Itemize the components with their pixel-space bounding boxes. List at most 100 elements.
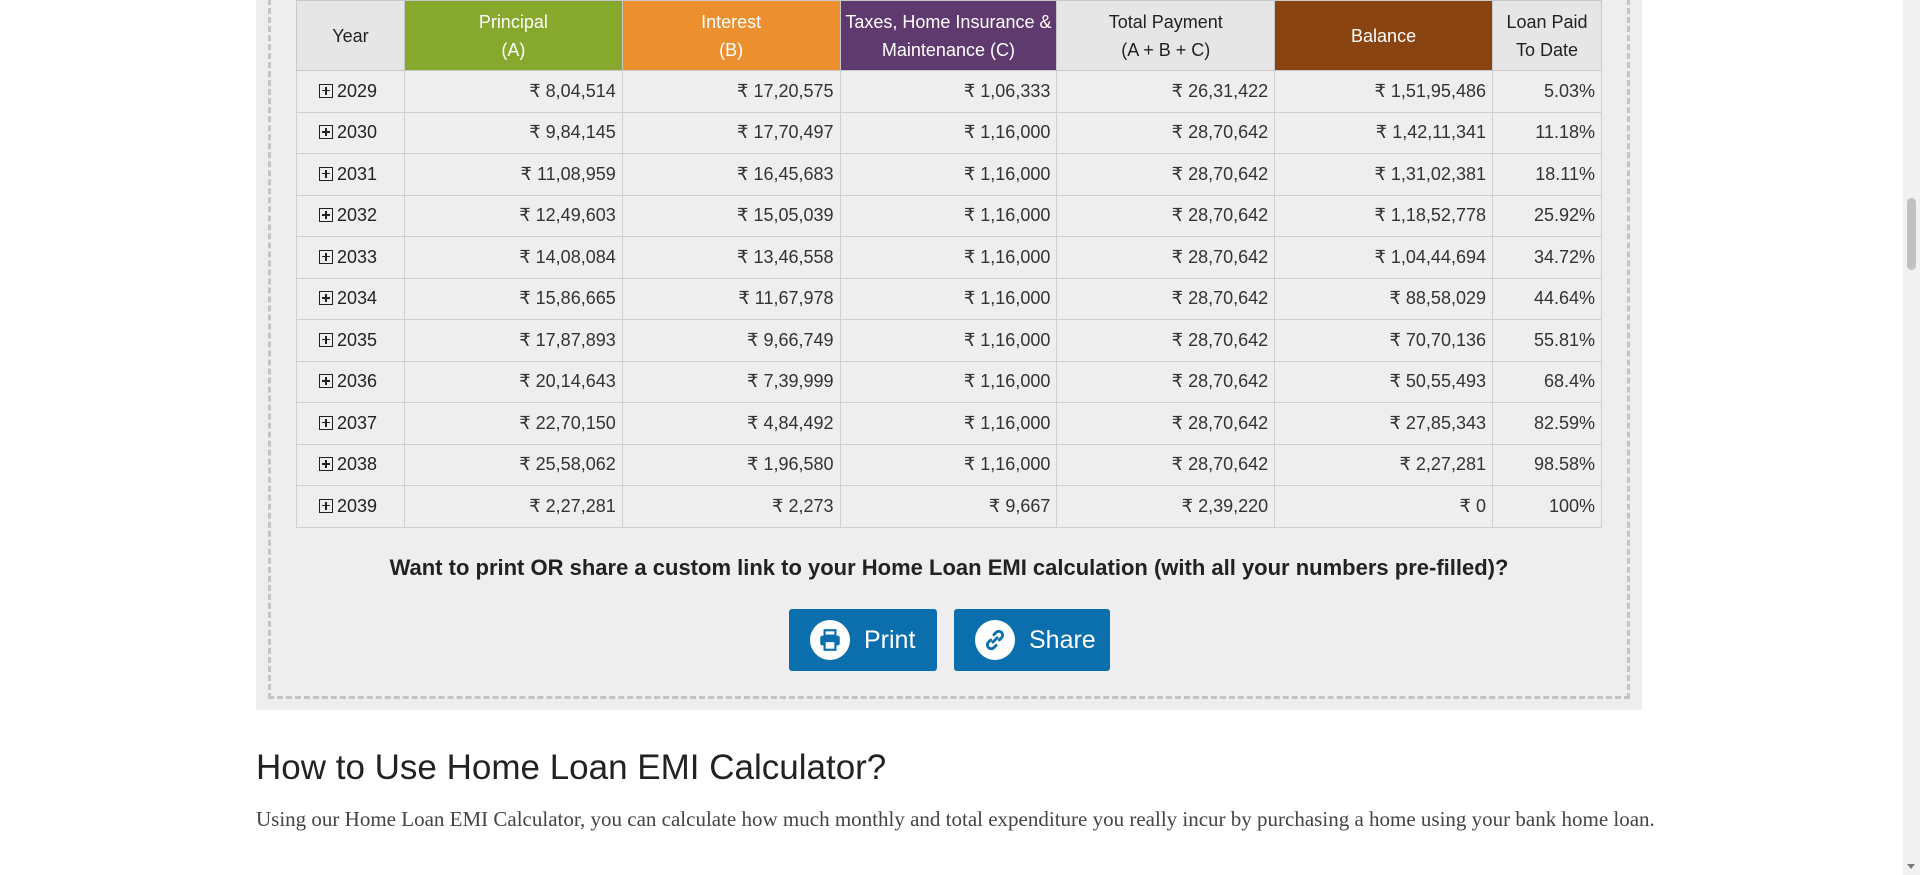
year-cell[interactable]: 2036 bbox=[296, 360, 405, 403]
print-button[interactable]: Print bbox=[789, 609, 937, 671]
link-icon bbox=[975, 620, 1015, 660]
table-row[interactable]: 2037 ₹ 22,70,150 ₹ 4,84,492 ₹ 1,16,000 ₹… bbox=[296, 402, 1603, 445]
loan-paid-cell: 11.18% bbox=[1491, 111, 1603, 154]
year-cell[interactable]: 2032 bbox=[296, 194, 405, 237]
principal-cell: ₹ 22,70,150 bbox=[403, 402, 623, 445]
tax-cell: ₹ 1,06,333 bbox=[839, 70, 1058, 113]
interest-cell: ₹ 11,67,978 bbox=[621, 277, 841, 320]
share-button-label: Share bbox=[1029, 625, 1096, 654]
table-row[interactable]: 2036 ₹ 20,14,643 ₹ 7,39,999 ₹ 1,16,000 ₹… bbox=[296, 360, 1603, 403]
table-row[interactable]: 2038 ₹ 25,58,062 ₹ 1,96,580 ₹ 1,16,000 ₹… bbox=[296, 443, 1603, 486]
table-row[interactable]: 2031 ₹ 11,08,959 ₹ 16,45,683 ₹ 1,16,000 … bbox=[296, 153, 1603, 196]
year-cell[interactable]: 2038 bbox=[296, 443, 405, 486]
balance-cell: ₹ 0 bbox=[1274, 485, 1493, 528]
total-payment-cell: ₹ 28,70,642 bbox=[1056, 443, 1276, 486]
expand-icon[interactable] bbox=[319, 166, 333, 181]
loan-paid-cell: 5.03% bbox=[1491, 70, 1603, 113]
scroll-down-arrow-icon[interactable] bbox=[1907, 864, 1915, 869]
year-cell[interactable]: 2037 bbox=[296, 402, 405, 445]
header-principal: Principal (A) bbox=[403, 0, 623, 71]
total-payment-cell: ₹ 28,70,642 bbox=[1056, 402, 1276, 445]
loan-paid-cell: 100% bbox=[1491, 485, 1603, 528]
interest-cell: ₹ 16,45,683 bbox=[621, 153, 841, 196]
total-payment-cell: ₹ 26,31,422 bbox=[1056, 70, 1276, 113]
interest-cell: ₹ 9,66,749 bbox=[621, 319, 841, 362]
year-cell[interactable]: 2031 bbox=[296, 153, 405, 196]
total-payment-cell: ₹ 2,39,220 bbox=[1056, 485, 1276, 528]
table-row[interactable]: 2029 ₹ 8,04,514 ₹ 17,20,575 ₹ 1,06,333 ₹… bbox=[296, 70, 1603, 113]
interest-cell: ₹ 17,70,497 bbox=[621, 111, 841, 154]
tax-cell: ₹ 9,667 bbox=[839, 485, 1058, 528]
expand-icon[interactable] bbox=[319, 249, 333, 264]
principal-cell: ₹ 8,04,514 bbox=[403, 70, 623, 113]
print-button-label: Print bbox=[864, 625, 916, 654]
table-row[interactable]: 2039 ₹ 2,27,281 ₹ 2,273 ₹ 9,667 ₹ 2,39,2… bbox=[296, 485, 1603, 528]
tax-cell: ₹ 1,16,000 bbox=[839, 360, 1058, 403]
principal-cell: ₹ 25,58,062 bbox=[403, 443, 623, 486]
loan-paid-cell: 82.59% bbox=[1491, 402, 1603, 445]
interest-cell: ₹ 13,46,558 bbox=[621, 236, 841, 279]
total-payment-cell: ₹ 28,70,642 bbox=[1056, 194, 1276, 237]
table-row[interactable]: 2032 ₹ 12,49,603 ₹ 15,05,039 ₹ 1,16,000 … bbox=[296, 194, 1603, 237]
expand-icon[interactable] bbox=[319, 291, 333, 306]
tax-cell: ₹ 1,16,000 bbox=[839, 194, 1058, 237]
balance-cell: ₹ 50,55,493 bbox=[1274, 360, 1493, 403]
balance-cell: ₹ 1,42,11,341 bbox=[1274, 111, 1493, 154]
principal-cell: ₹ 15,86,665 bbox=[403, 277, 623, 320]
expand-icon[interactable] bbox=[319, 457, 333, 472]
vertical-scrollbar[interactable] bbox=[1903, 0, 1920, 875]
interest-cell: ₹ 15,05,039 bbox=[621, 194, 841, 237]
expand-icon[interactable] bbox=[319, 208, 333, 223]
scrollbar-thumb[interactable] bbox=[1907, 198, 1916, 270]
loan-paid-cell: 18.11% bbox=[1491, 153, 1603, 196]
principal-cell: ₹ 14,08,084 bbox=[403, 236, 623, 279]
total-payment-cell: ₹ 28,70,642 bbox=[1056, 277, 1276, 320]
balance-cell: ₹ 27,85,343 bbox=[1274, 402, 1493, 445]
table-row[interactable]: 2033 ₹ 14,08,084 ₹ 13,46,558 ₹ 1,16,000 … bbox=[296, 236, 1603, 279]
table-row[interactable]: 2035 ₹ 17,87,893 ₹ 9,66,749 ₹ 1,16,000 ₹… bbox=[296, 319, 1603, 362]
year-cell[interactable]: 2035 bbox=[296, 319, 405, 362]
year-cell[interactable]: 2034 bbox=[296, 277, 405, 320]
expand-icon[interactable] bbox=[319, 125, 333, 140]
interest-cell: ₹ 17,20,575 bbox=[621, 70, 841, 113]
balance-cell: ₹ 88,58,029 bbox=[1274, 277, 1493, 320]
interest-cell: ₹ 7,39,999 bbox=[621, 360, 841, 403]
loan-paid-cell: 44.64% bbox=[1491, 277, 1603, 320]
principal-cell: ₹ 17,87,893 bbox=[403, 319, 623, 362]
section-description: Using our Home Loan EMI Calculator, you … bbox=[256, 807, 1655, 831]
section-heading: How to Use Home Loan EMI Calculator? bbox=[256, 748, 887, 787]
table-row[interactable]: 2030 ₹ 9,84,145 ₹ 17,70,497 ₹ 1,16,000 ₹… bbox=[296, 111, 1603, 154]
loan-paid-cell: 55.81% bbox=[1491, 319, 1603, 362]
expand-icon[interactable] bbox=[319, 332, 333, 347]
principal-cell: ₹ 9,84,145 bbox=[403, 111, 623, 154]
total-payment-cell: ₹ 28,70,642 bbox=[1056, 111, 1276, 154]
tax-cell: ₹ 1,16,000 bbox=[839, 153, 1058, 196]
tax-cell: ₹ 1,16,000 bbox=[839, 111, 1058, 154]
expand-icon[interactable] bbox=[319, 83, 333, 98]
year-cell[interactable]: 2029 bbox=[296, 70, 405, 113]
balance-cell: ₹ 2,27,281 bbox=[1274, 443, 1493, 486]
header-balance: Balance bbox=[1274, 0, 1493, 71]
printer-icon bbox=[810, 620, 850, 660]
year-cell[interactable]: 2033 bbox=[296, 236, 405, 279]
loan-paid-cell: 98.58% bbox=[1491, 443, 1603, 486]
principal-cell: ₹ 20,14,643 bbox=[403, 360, 623, 403]
header-taxes: Taxes, Home Insurance & Maintenance (C) bbox=[839, 0, 1058, 71]
share-button[interactable]: Share bbox=[954, 609, 1110, 671]
year-cell[interactable]: 2030 bbox=[296, 111, 405, 154]
expand-icon[interactable] bbox=[319, 498, 333, 513]
expand-icon[interactable] bbox=[319, 374, 333, 389]
total-payment-cell: ₹ 28,70,642 bbox=[1056, 319, 1276, 362]
expand-icon[interactable] bbox=[319, 415, 333, 430]
tax-cell: ₹ 1,16,000 bbox=[839, 319, 1058, 362]
loan-paid-cell: 68.4% bbox=[1491, 360, 1603, 403]
balance-cell: ₹ 1,51,95,486 bbox=[1274, 70, 1493, 113]
year-cell[interactable]: 2039 bbox=[296, 485, 405, 528]
balance-cell: ₹ 1,04,44,694 bbox=[1274, 236, 1493, 279]
balance-cell: ₹ 1,31,02,381 bbox=[1274, 153, 1493, 196]
principal-cell: ₹ 2,27,281 bbox=[403, 485, 623, 528]
table-row[interactable]: 2034 ₹ 15,86,665 ₹ 11,67,978 ₹ 1,16,000 … bbox=[296, 277, 1603, 320]
interest-cell: ₹ 4,84,492 bbox=[621, 402, 841, 445]
header-interest: Interest (B) bbox=[621, 0, 841, 71]
header-loan-paid: Loan Paid To Date bbox=[1491, 0, 1603, 71]
